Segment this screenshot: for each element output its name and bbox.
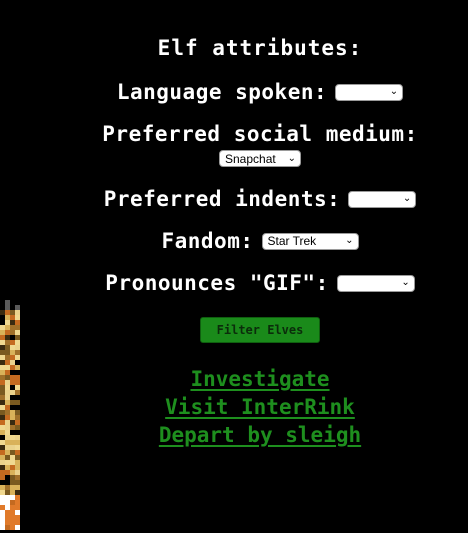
social-select[interactable]: Snapchat ⌄ (219, 150, 301, 167)
nav-links: Investigate Visit InterRink Depart by sl… (159, 365, 361, 449)
chevron-down-icon: ⌄ (287, 152, 296, 164)
chevron-down-icon: ⌄ (389, 86, 399, 97)
elf-filter-form: Elf attributes: Language spoken: ⌄ Prefe… (60, 30, 460, 449)
language-select[interactable]: ⌄ (335, 83, 404, 101)
indents-row: Preferred indents: ⌄ (104, 187, 417, 211)
filter-elves-button[interactable]: Filter Elves (200, 317, 320, 343)
gif-select[interactable]: ⌄ (336, 274, 415, 292)
chevron-down-icon: ⌄ (402, 193, 412, 204)
visit-interrink-link[interactable]: Visit InterRink (165, 393, 355, 421)
pixel-art-sprite (0, 300, 20, 533)
fandom-select[interactable]: Star Trek ⌄ (261, 232, 359, 250)
indents-label: Preferred indents: (103, 187, 341, 211)
gif-row: Pronounces "GIF": ⌄ (105, 271, 415, 295)
page-title: Elf attributes: (157, 36, 363, 60)
chevron-down-icon: ⌄ (345, 235, 354, 246)
language-row: Language spoken: ⌄ (116, 80, 404, 104)
indents-select[interactable]: ⌄ (348, 190, 417, 208)
fandom-row: Fandom: Star Trek ⌄ (161, 229, 359, 253)
fandom-label: Fandom: (161, 229, 254, 253)
social-row: Preferred social medium: Snapchat ⌄ (102, 122, 417, 167)
social-label: Preferred social medium: (102, 122, 418, 146)
investigate-link[interactable]: Investigate (190, 365, 329, 393)
fandom-select-value: Star Trek (267, 234, 317, 248)
chevron-down-icon: ⌄ (401, 277, 410, 288)
gif-label: Pronounces "GIF": (105, 271, 329, 295)
language-label: Language spoken: (116, 80, 328, 104)
social-select-value: Snapchat (225, 151, 276, 166)
depart-by-sleigh-link[interactable]: Depart by sleigh (159, 421, 361, 449)
